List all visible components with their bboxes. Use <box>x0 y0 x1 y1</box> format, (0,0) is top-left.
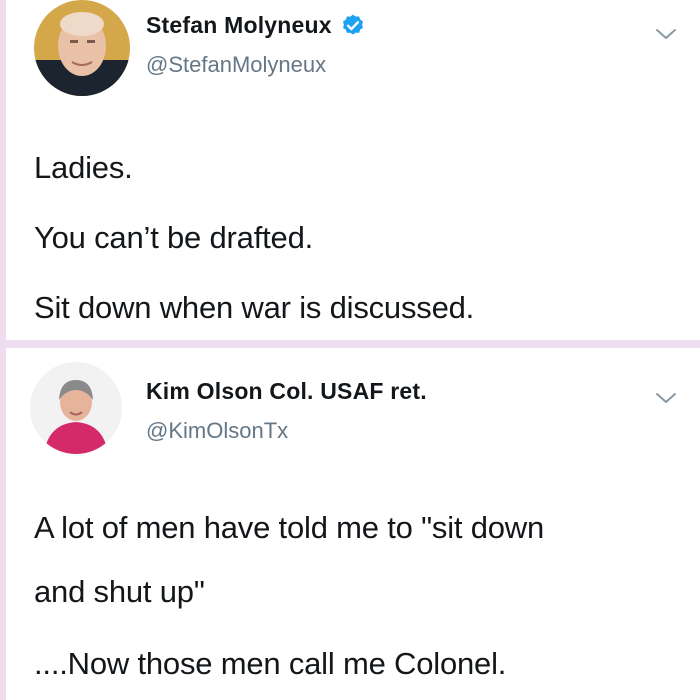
avatar-photo <box>30 362 122 454</box>
display-name[interactable]: Stefan Molyneux <box>146 12 332 39</box>
tweet-text-line: You can’t be drafted. <box>34 220 314 255</box>
tweet-text-line: ....Now those men call me Colonel. <box>34 646 507 681</box>
avatar[interactable] <box>34 0 130 96</box>
tweet-text-line: Sit down when war is discussed. <box>34 290 475 325</box>
tweet-card[interactable]: Stefan Molyneux @StefanMolyneux Ladies. … <box>6 0 700 340</box>
tweet-card[interactable]: Kim Olson Col. USAF ret. @KimOlsonTx A l… <box>6 348 700 700</box>
tweet-text-line: Ladies. <box>34 150 133 185</box>
name-row: Stefan Molyneux <box>146 12 366 39</box>
display-name[interactable]: Kim Olson Col. USAF ret. <box>146 378 427 405</box>
chevron-down-icon[interactable] <box>654 26 678 42</box>
avatar-photo <box>34 0 130 96</box>
avatar[interactable] <box>30 362 122 454</box>
chevron-down-icon[interactable] <box>654 390 678 406</box>
handle[interactable]: @StefanMolyneux <box>146 52 326 78</box>
tweet-text-line: and shut up" <box>34 574 205 609</box>
name-row: Kim Olson Col. USAF ret. <box>146 378 427 405</box>
handle[interactable]: @KimOlsonTx <box>146 418 288 444</box>
verified-badge-icon <box>340 13 366 39</box>
tweet-text-line: A lot of men have told me to "sit down <box>34 510 545 545</box>
